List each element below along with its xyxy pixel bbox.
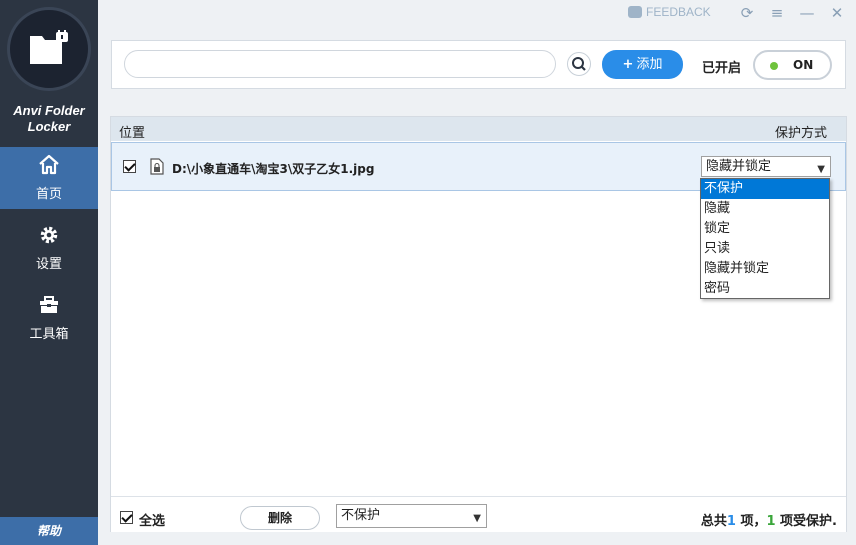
delete-button[interactable]: 删除 <box>240 506 320 530</box>
bulk-protection-select[interactable]: 不保护 ▼ <box>336 504 487 528</box>
folder-lock-icon <box>30 30 68 64</box>
brand-name: Anvi Folder Locker <box>0 103 98 135</box>
protection-toggle[interactable]: ON <box>753 50 832 80</box>
sidebar-item-home[interactable]: 首页 <box>0 147 98 209</box>
chat-bubble-icon <box>628 6 642 18</box>
sidebar-item-label: 工具箱 <box>29 327 69 342</box>
toggle-label: ON <box>793 58 814 72</box>
protection-summary: 总共1 项，1 项受保护. <box>701 510 837 529</box>
protection-status-label: 已开启 <box>702 61 742 76</box>
sidebar-item-label: 首页 <box>35 187 62 202</box>
home-icon <box>39 154 59 175</box>
sidebar-item-toolbox[interactable]: 工具箱 <box>0 287 98 349</box>
select-all-checkbox[interactable] <box>120 511 133 524</box>
toolbar-panel: + 添加 已开启 ON <box>111 40 846 89</box>
chevron-down-icon: ▼ <box>473 513 481 524</box>
row-protection-select[interactable]: 隐藏并锁定 ▼ <box>701 156 831 177</box>
status-dot-icon <box>770 62 778 70</box>
file-path: D:\小象直通车\淘宝3\双子乙女1.jpg <box>172 162 375 176</box>
dropdown-option-hide-and-lock[interactable]: 隐藏并锁定 <box>701 259 829 279</box>
title-bar: FEEDBACK ⟳ ≡ — ✕ <box>98 0 856 28</box>
dropdown-option-read-only[interactable]: 只读 <box>701 239 829 259</box>
search-button[interactable] <box>567 52 591 76</box>
menu-icon[interactable]: ≡ <box>768 5 786 21</box>
brand-line-2: Locker <box>27 119 71 134</box>
dropdown-option-no-protection[interactable]: 不保护 <box>701 179 829 199</box>
locked-file-icon <box>150 158 164 175</box>
sidebar-item-label: 设置 <box>35 257 62 272</box>
select-all-label[interactable]: 全选 <box>139 510 165 529</box>
search-input[interactable] <box>124 50 556 78</box>
feedback-link[interactable]: FEEDBACK <box>628 5 711 19</box>
list-header: 位置 保护方式 <box>111 117 846 141</box>
search-icon <box>572 57 586 71</box>
total-count: 1 <box>726 514 736 529</box>
column-header-location[interactable]: 位置 <box>119 122 145 141</box>
column-header-protection[interactable]: 保护方式 <box>775 122 827 141</box>
protection-dropdown-list: 不保护 隐藏 锁定 只读 隐藏并锁定 密码 <box>700 178 830 299</box>
dropdown-option-hide[interactable]: 隐藏 <box>701 199 829 219</box>
gear-icon <box>40 226 58 244</box>
brand-line-1: Anvi Folder <box>13 103 85 118</box>
toolbox-icon <box>40 296 58 313</box>
add-button[interactable]: + 添加 <box>602 50 683 79</box>
list-footer: 全选 删除 不保护 ▼ 总共1 项，1 项受保护. <box>111 496 846 532</box>
refresh-icon[interactable]: ⟳ <box>738 5 756 21</box>
row-checkbox[interactable] <box>123 160 136 173</box>
protected-count: 1 <box>766 514 776 529</box>
dropdown-option-lock[interactable]: 锁定 <box>701 219 829 239</box>
summary-mid: 项， <box>735 514 767 529</box>
summary-suffix: 项受保护. <box>775 514 837 529</box>
dropdown-option-password[interactable]: 密码 <box>701 279 829 299</box>
sidebar: Anvi Folder Locker 首页 设置 工具箱 帮助 <box>0 0 98 545</box>
chevron-down-icon: ▼ <box>817 164 825 175</box>
app-logo <box>7 7 91 91</box>
minimize-icon[interactable]: — <box>798 5 816 21</box>
plus-icon: + <box>622 57 634 72</box>
help-button[interactable]: 帮助 <box>0 517 98 545</box>
close-icon[interactable]: ✕ <box>828 5 846 21</box>
add-button-label: 添加 <box>636 57 663 72</box>
row-protection-value: 隐藏并锁定 <box>706 159 772 174</box>
summary-prefix: 总共 <box>700 514 727 529</box>
feedback-label: FEEDBACK <box>646 5 711 19</box>
bulk-protection-value: 不保护 <box>341 508 381 523</box>
sidebar-item-settings[interactable]: 设置 <box>0 217 98 279</box>
